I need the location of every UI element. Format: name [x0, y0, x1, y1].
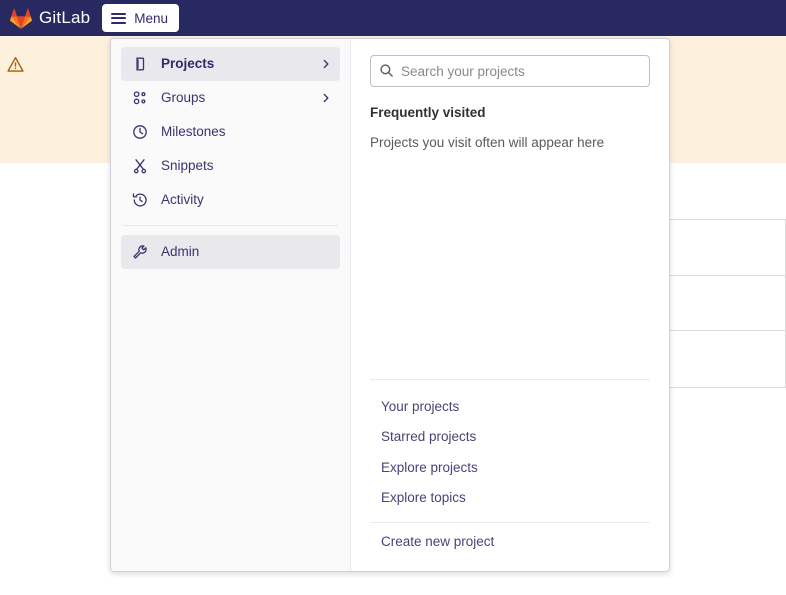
sidebar-item-groups[interactable]: Groups: [121, 81, 340, 115]
sidebar-item-label: Groups: [161, 90, 206, 106]
create-project-list: Create new project: [370, 527, 650, 572]
sidebar-item-label: Projects: [161, 56, 215, 72]
clock-icon: [132, 124, 148, 140]
brand-name: GitLab: [39, 8, 91, 27]
wrench-icon: [132, 244, 148, 260]
chevron-right-icon: [321, 58, 331, 70]
links-divider: [370, 521, 650, 523]
search-field-wrapper: [370, 55, 650, 87]
gitlab-tanuki-icon: [10, 8, 32, 29]
dropdown-content: Frequently visited Projects you visit of…: [351, 39, 669, 571]
project-book-icon: [132, 56, 148, 72]
history-icon: [132, 192, 148, 208]
sidebar-item-milestones[interactable]: Milestones: [121, 115, 340, 149]
sidebar-item-label: Activity: [161, 192, 204, 208]
sidebar-divider: [123, 225, 338, 226]
groups-people-icon: [132, 90, 148, 106]
hamburger-icon: [111, 12, 127, 24]
sidebar-item-projects[interactable]: Projects: [121, 47, 340, 81]
gitlab-brand[interactable]: GitLab: [10, 8, 90, 29]
warning-triangle-icon: [7, 56, 24, 73]
starred-projects-link[interactable]: Starred projects: [370, 422, 650, 453]
menu-dropdown-panel: Projects Groups Milestones Snippets Acti…: [110, 38, 670, 572]
chevron-right-icon: [321, 92, 331, 104]
explore-projects-link[interactable]: Explore projects: [370, 453, 650, 484]
menu-button-label: Menu: [134, 10, 169, 26]
your-projects-link[interactable]: Your projects: [370, 392, 650, 423]
sidebar-item-label: Milestones: [161, 124, 226, 140]
scissors-icon: [132, 158, 148, 174]
page-root: cts ance. Learn more. GitLab: [0, 0, 786, 595]
explore-topics-link[interactable]: Explore topics: [370, 483, 650, 514]
top-navbar: GitLab Menu: [0, 0, 786, 36]
sidebar-item-label: Snippets: [161, 158, 214, 174]
create-new-project-link[interactable]: Create new project: [370, 527, 650, 558]
sidebar-item-snippets[interactable]: Snippets: [121, 149, 340, 183]
menu-button[interactable]: Menu: [102, 4, 180, 32]
frequently-visited-heading: Frequently visited: [370, 105, 486, 120]
dropdown-sidebar: Projects Groups Milestones Snippets Acti…: [111, 39, 351, 571]
sidebar-item-activity[interactable]: Activity: [121, 183, 340, 217]
sidebar-item-admin[interactable]: Admin: [121, 235, 340, 269]
project-links-list: Your projects Starred projects Explore p…: [370, 378, 650, 514]
sidebar-item-label: Admin: [161, 244, 200, 260]
search-input[interactable]: [370, 55, 650, 87]
frequently-visited-empty-text: Projects you visit often will appear her…: [370, 134, 605, 150]
